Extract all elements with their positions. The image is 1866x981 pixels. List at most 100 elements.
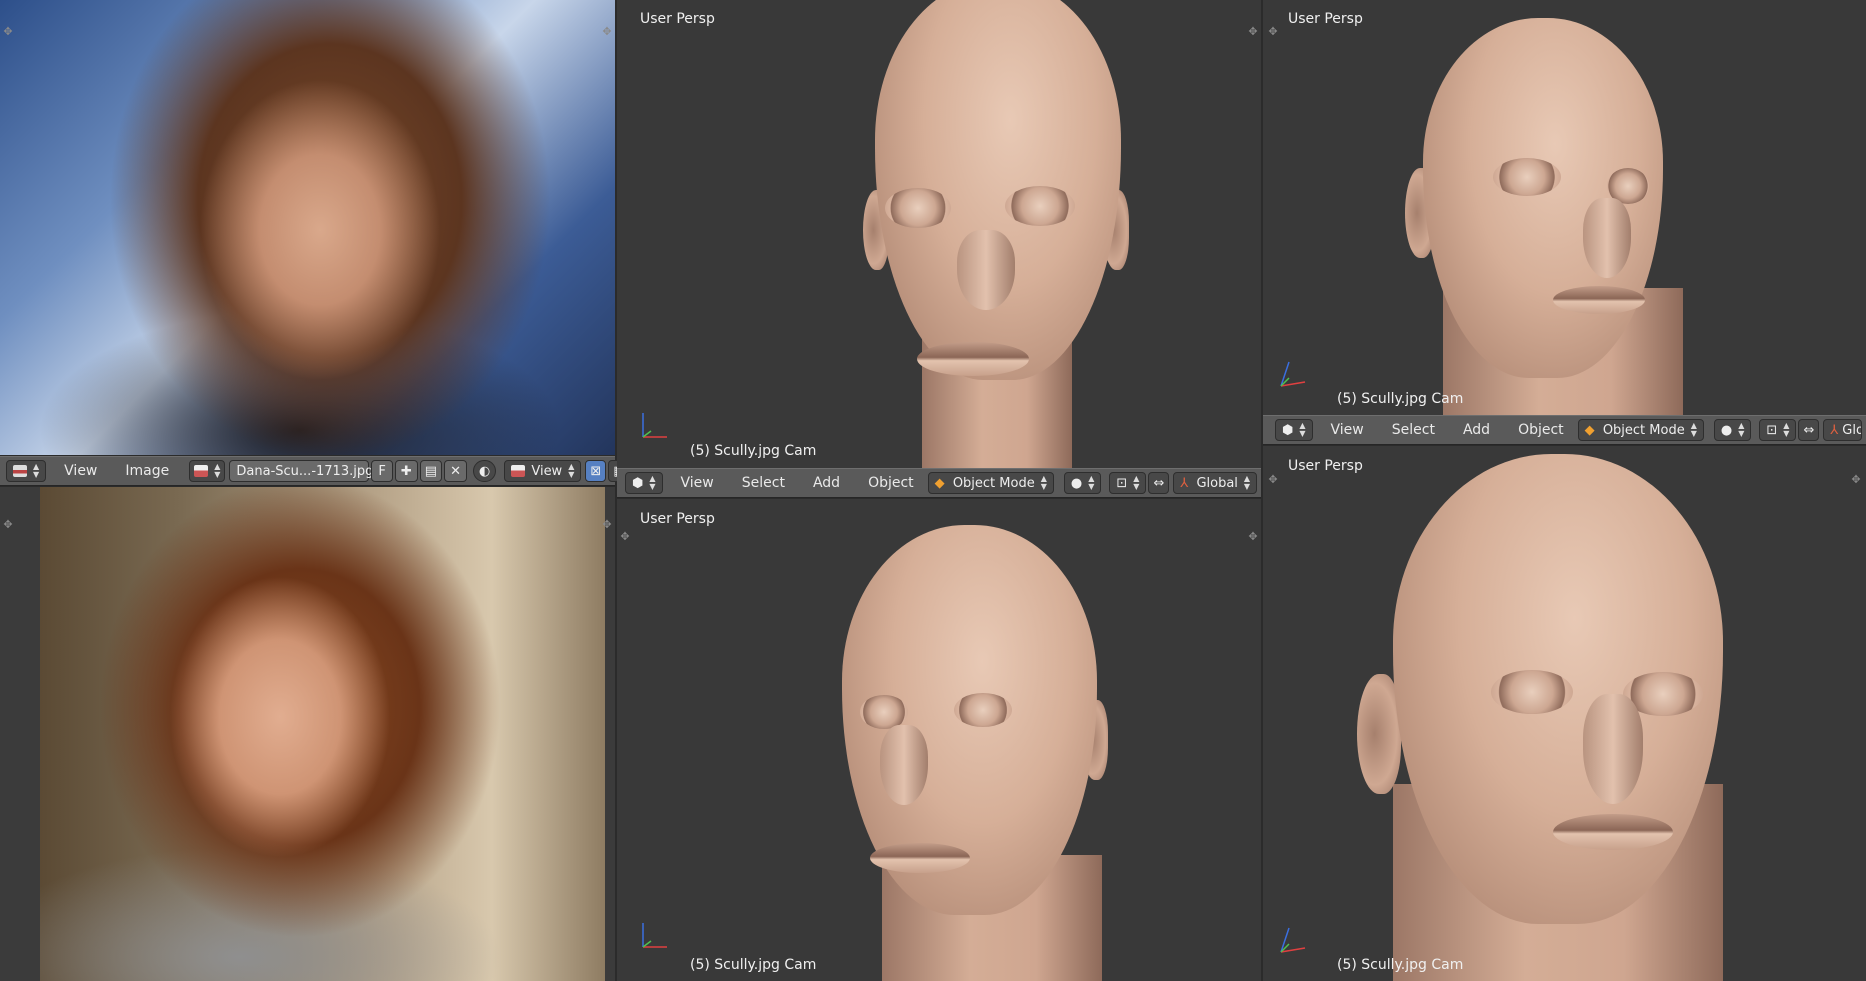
orientation-label: Globa [1842, 422, 1861, 438]
chevron-updown-icon: ▲ ▼ [568, 462, 575, 479]
head-mesh[interactable] [1403, 18, 1743, 415]
area-corner-icon[interactable]: ✥ [1247, 531, 1259, 543]
pin-button[interactable]: ◐ [473, 460, 497, 482]
area-corner-icon[interactable]: ✥ [1267, 26, 1279, 38]
menu-view[interactable]: View [1317, 422, 1378, 438]
menu-object[interactable]: Object [854, 475, 928, 491]
axis-gizmo-icon [1280, 927, 1306, 953]
chevron-updown-icon: ▲ ▼ [33, 462, 40, 479]
pin-icon: ◐ [479, 463, 491, 479]
manipulator-toggle[interactable]: ⇔ [1798, 419, 1820, 441]
viewport-bottom-right[interactable]: User Persp (5) Scully.jpg Cam ✥ ✥ [1263, 446, 1866, 981]
object-label: (5) Scully.jpg Cam [690, 957, 817, 973]
chevron-updown-icon: ▲ ▼ [1299, 421, 1306, 438]
head-mesh[interactable] [842, 525, 1142, 981]
pivot-icon: ⊡ [1766, 422, 1778, 438]
image-icon [194, 465, 209, 477]
area-corner-icon[interactable]: ✥ [1267, 474, 1279, 486]
reference-photo-front [0, 0, 615, 455]
viewport-bottom-middle[interactable]: User Persp (5) Scully.jpg Cam ✥ ✥ [617, 499, 1261, 981]
chevron-updown-icon: ▲ ▼ [1243, 474, 1251, 491]
image-editor-bottom: ✥ ✥ [0, 487, 615, 981]
cube-icon: ⬢ [1282, 422, 1294, 438]
menu-add[interactable]: Add [1449, 422, 1504, 438]
persp-label: User Persp [640, 11, 715, 27]
unlink-image-button[interactable]: ✕ [444, 460, 467, 482]
axis-gizmo-icon [642, 413, 667, 438]
menu-add[interactable]: Add [799, 475, 854, 491]
viewport-top-middle[interactable]: User Persp (5) Scully.jpg Cam ✥ [617, 0, 1261, 468]
mode-dropdown[interactable]: ◆ Object Mode ▲ ▼ [1577, 419, 1704, 441]
manipulator-toggle[interactable]: ⇔ [1148, 472, 1170, 494]
transform-axis-icon: ⅄ [1180, 475, 1189, 491]
area-corner-icon[interactable]: ✥ [2, 519, 14, 531]
view3d-header-middle: ⬢ ▲ ▼ View Select Add Object ◆ Object Mod… [617, 468, 1261, 498]
orientation-label: Global [1196, 475, 1238, 491]
area-corner-icon[interactable]: ✥ [1850, 474, 1862, 486]
viewport-top-right[interactable]: User Persp (5) Scully.jpg Cam ✥ [1263, 0, 1866, 415]
image-editor-top: ✥ ✥ [0, 0, 615, 455]
shading-dropdown[interactable]: ● ▲ ▼ [1063, 472, 1102, 494]
area-corner-icon[interactable]: ✥ [1247, 26, 1259, 38]
pivot-dropdown[interactable]: ⊡ ▲ ▼ [1109, 472, 1147, 494]
menu-select[interactable]: Select [1378, 422, 1449, 438]
chevron-updown-icon: ▲ ▼ [1040, 474, 1047, 491]
fake-user-button[interactable]: F [371, 460, 393, 482]
menu-view[interactable]: View [667, 475, 728, 491]
pivot-icon: ⊡ [1116, 475, 1128, 491]
pivot-dropdown[interactable]: ⊡ ▲ ▼ [1759, 419, 1797, 441]
chevron-updown-icon: ▲ ▼ [214, 462, 221, 479]
uv-sync-button[interactable]: ⊠ [585, 460, 607, 482]
view-mode-dropdown[interactable]: View ▲ ▼ [504, 460, 582, 482]
object-label: (5) Scully.jpg Cam [690, 443, 817, 459]
menu-view[interactable]: View [50, 463, 111, 479]
head-mesh[interactable] [857, 0, 1137, 468]
editor-type-button[interactable]: ⬢ ▲ ▼ [625, 472, 663, 494]
editor-type-button[interactable]: ▲ ▼ [6, 460, 47, 482]
close-icon: ✕ [450, 463, 461, 479]
transform-axis-icon: ⅄ [1830, 422, 1839, 438]
area-corner-icon[interactable] [2, 487, 14, 499]
image-name-field[interactable]: Dana-Scu...-1713.jpg [229, 460, 373, 482]
chevron-updown-icon: ▲ ▼ [1133, 474, 1140, 491]
solid-shading-icon: ● [1720, 422, 1733, 438]
orientation-dropdown[interactable]: ⅄ Global ▲ ▼ [1173, 472, 1258, 494]
image-editor-header: ▲ ▼ View Image ▲ ▼ Dana-Scu...-1713.jpg F … [0, 456, 631, 486]
menu-select[interactable]: Select [728, 475, 799, 491]
solid-shading-icon: ● [1070, 475, 1083, 491]
open-image-button[interactable]: ▤ [419, 460, 443, 482]
object-mode-icon: ◆ [1584, 422, 1595, 438]
image-editor-icon [13, 465, 27, 477]
mode-dropdown[interactable]: ◆ Object Mode ▲ ▼ [927, 472, 1054, 494]
image-browse-button[interactable]: ▲ ▼ [189, 460, 226, 482]
manipulator-icon: ⇔ [1803, 422, 1815, 438]
chevron-updown-icon: ▲ ▼ [1738, 421, 1745, 438]
manipulator-icon: ⇔ [1153, 475, 1165, 491]
plus-icon: ✚ [400, 463, 412, 479]
persp-label: User Persp [1288, 11, 1363, 27]
area-corner-icon[interactable]: ✥ [601, 519, 613, 531]
editor-type-button[interactable]: ⬢ ▲ ▼ [1275, 419, 1313, 441]
menu-object[interactable]: Object [1504, 422, 1578, 438]
head-mesh[interactable] [1353, 454, 1783, 981]
persp-label: User Persp [640, 511, 715, 527]
new-image-button[interactable]: ✚ [394, 460, 418, 482]
orientation-dropdown[interactable]: ⅄ Globa [1823, 419, 1862, 441]
area-corner-icon[interactable]: ✥ [619, 531, 631, 543]
mode-label: Object Mode [1602, 422, 1685, 438]
uv-icon: ⊠ [590, 463, 602, 479]
chevron-updown-icon: ▲ ▼ [1690, 421, 1697, 438]
folder-icon: ▤ [424, 463, 438, 479]
area-corner-icon[interactable]: ✥ [601, 26, 613, 38]
menu-image[interactable]: Image [111, 463, 183, 479]
area-corner-icon[interactable]: ✥ [2, 26, 14, 38]
image-icon [511, 465, 526, 477]
object-label: (5) Scully.jpg Cam [1337, 391, 1464, 407]
axis-gizmo-icon [1280, 361, 1306, 387]
shading-dropdown[interactable]: ● ▲ ▼ [1713, 419, 1752, 441]
chevron-updown-icon: ▲ ▼ [1783, 421, 1790, 438]
cube-icon: ⬢ [632, 475, 644, 491]
object-mode-icon: ◆ [934, 475, 945, 491]
mode-label: Object Mode [952, 475, 1035, 491]
view-mode-label: View [531, 463, 563, 479]
